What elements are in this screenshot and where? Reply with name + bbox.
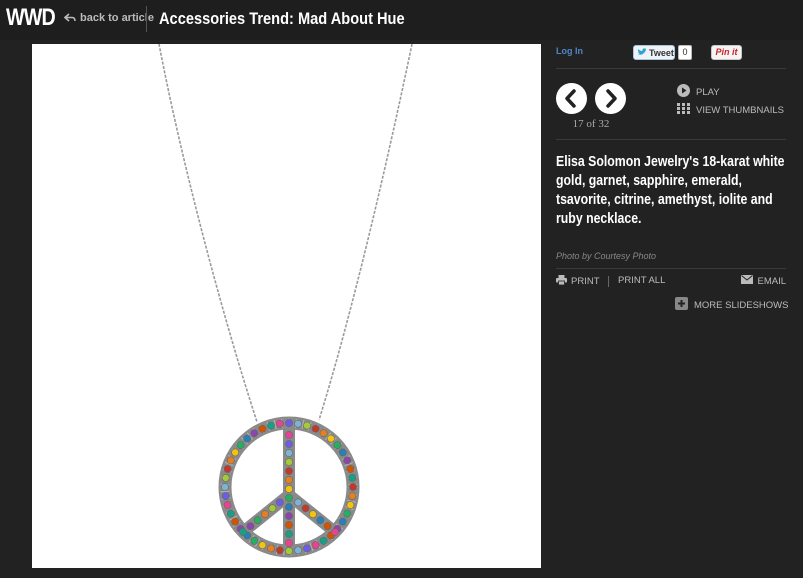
divider — [556, 139, 786, 140]
pin-it-button[interactable]: Pin it — [711, 45, 742, 60]
printer-icon — [556, 275, 567, 288]
back-to-article-link[interactable]: back to article — [64, 12, 154, 24]
tweet-label: Tweet — [649, 47, 674, 58]
print-button[interactable]: PRINT — [556, 275, 600, 288]
plus-icon — [675, 297, 688, 313]
play-icon — [677, 84, 690, 100]
back-link-label: back to article — [80, 12, 154, 24]
slide-counter: 17 of 32 — [572, 118, 610, 130]
necklace-image — [158, 44, 413, 558]
view-thumbnails-button[interactable]: VIEW THUMBNAILS — [677, 103, 784, 117]
more-slideshows-label: MORE SLIDESHOWS — [694, 299, 789, 311]
login-link[interactable]: Log In — [556, 46, 583, 56]
divider — [556, 68, 786, 69]
action-row: PRINT PRINT ALL EMAIL — [556, 275, 786, 289]
envelope-icon — [741, 275, 754, 287]
tweet-count: 0 — [678, 45, 692, 60]
print-label: PRINT — [571, 276, 600, 287]
slide-sidebar: Log In Tweet 0 Pin it 17 of 32 PLAY VIEW… — [556, 40, 789, 578]
tweet-button[interactable]: Tweet — [633, 45, 675, 60]
wwd-logo[interactable]: WWD — [6, 4, 56, 32]
thumbnails-label: VIEW THUMBNAILS — [696, 104, 784, 116]
header-divider — [146, 6, 147, 32]
top-bar: WWD back to article Accessories Trend: M… — [0, 0, 803, 40]
grid-icon — [677, 103, 690, 117]
print-all-button[interactable]: PRINT ALL — [618, 275, 665, 286]
action-divider — [608, 276, 609, 287]
photo-credit: Photo by Courtesy Photo — [556, 251, 657, 261]
play-label: PLAY — [696, 86, 720, 98]
chevron-right-icon — [606, 89, 617, 108]
previous-slide-button[interactable] — [556, 83, 587, 114]
divider — [556, 268, 786, 269]
email-label: EMAIL — [757, 275, 786, 287]
page-title: Accessories Trend: Mad About Hue — [159, 9, 405, 28]
email-button[interactable]: EMAIL — [741, 275, 786, 287]
slide-photo — [32, 44, 541, 568]
slide-caption: Elisa Solomon Jewelry's 18-karat white g… — [556, 153, 785, 227]
next-slide-button[interactable] — [595, 83, 626, 114]
twitter-bird-icon — [637, 47, 647, 58]
chevron-left-icon — [565, 89, 576, 108]
more-slideshows-button[interactable]: MORE SLIDESHOWS — [675, 297, 789, 313]
play-button[interactable]: PLAY — [677, 84, 720, 100]
back-arrow-icon — [64, 13, 76, 23]
